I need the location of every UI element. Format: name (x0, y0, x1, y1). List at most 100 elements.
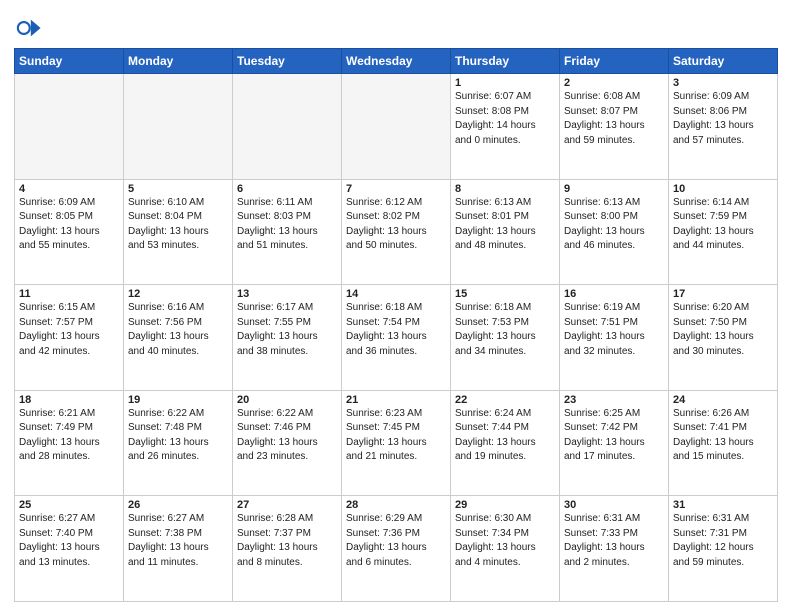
day-number: 1 (455, 77, 555, 89)
day-number: 5 (128, 183, 228, 195)
day-number: 22 (455, 394, 555, 406)
calendar-cell: 28Sunrise: 6:29 AMSunset: 7:36 PMDayligh… (342, 496, 451, 602)
calendar-week-3: 11Sunrise: 6:15 AMSunset: 7:57 PMDayligh… (15, 285, 778, 391)
calendar-cell: 29Sunrise: 6:30 AMSunset: 7:34 PMDayligh… (451, 496, 560, 602)
day-number: 31 (673, 499, 773, 511)
day-info: Sunrise: 6:17 AMSunset: 7:55 PMDaylight:… (237, 301, 337, 359)
day-info: Sunrise: 6:30 AMSunset: 7:34 PMDaylight:… (455, 512, 555, 570)
day-number: 12 (128, 288, 228, 300)
day-info: Sunrise: 6:14 AMSunset: 7:59 PMDaylight:… (673, 196, 773, 254)
day-number: 29 (455, 499, 555, 511)
weekday-header-monday: Monday (124, 49, 233, 74)
calendar-cell: 19Sunrise: 6:22 AMSunset: 7:48 PMDayligh… (124, 390, 233, 496)
day-number: 28 (346, 499, 446, 511)
day-number: 6 (237, 183, 337, 195)
day-info: Sunrise: 6:31 AMSunset: 7:33 PMDaylight:… (564, 512, 664, 570)
day-number: 9 (564, 183, 664, 195)
calendar-cell: 26Sunrise: 6:27 AMSunset: 7:38 PMDayligh… (124, 496, 233, 602)
calendar-cell: 12Sunrise: 6:16 AMSunset: 7:56 PMDayligh… (124, 285, 233, 391)
weekday-header-saturday: Saturday (669, 49, 778, 74)
calendar-cell: 11Sunrise: 6:15 AMSunset: 7:57 PMDayligh… (15, 285, 124, 391)
day-number: 16 (564, 288, 664, 300)
day-info: Sunrise: 6:18 AMSunset: 7:53 PMDaylight:… (455, 301, 555, 359)
day-info: Sunrise: 6:28 AMSunset: 7:37 PMDaylight:… (237, 512, 337, 570)
day-info: Sunrise: 6:08 AMSunset: 8:07 PMDaylight:… (564, 90, 664, 148)
calendar-cell: 18Sunrise: 6:21 AMSunset: 7:49 PMDayligh… (15, 390, 124, 496)
weekday-header-thursday: Thursday (451, 49, 560, 74)
calendar-cell (233, 74, 342, 180)
calendar-cell: 3Sunrise: 6:09 AMSunset: 8:06 PMDaylight… (669, 74, 778, 180)
day-info: Sunrise: 6:23 AMSunset: 7:45 PMDaylight:… (346, 407, 446, 465)
page: SundayMondayTuesdayWednesdayThursdayFrid… (0, 0, 792, 612)
day-info: Sunrise: 6:29 AMSunset: 7:36 PMDaylight:… (346, 512, 446, 570)
weekday-row: SundayMondayTuesdayWednesdayThursdayFrid… (15, 49, 778, 74)
day-number: 11 (19, 288, 119, 300)
day-info: Sunrise: 6:09 AMSunset: 8:05 PMDaylight:… (19, 196, 119, 254)
calendar-cell (342, 74, 451, 180)
weekday-header-tuesday: Tuesday (233, 49, 342, 74)
day-number: 14 (346, 288, 446, 300)
calendar-cell: 15Sunrise: 6:18 AMSunset: 7:53 PMDayligh… (451, 285, 560, 391)
calendar-cell: 20Sunrise: 6:22 AMSunset: 7:46 PMDayligh… (233, 390, 342, 496)
calendar-cell: 7Sunrise: 6:12 AMSunset: 8:02 PMDaylight… (342, 179, 451, 285)
calendar-cell: 22Sunrise: 6:24 AMSunset: 7:44 PMDayligh… (451, 390, 560, 496)
calendar-cell: 10Sunrise: 6:14 AMSunset: 7:59 PMDayligh… (669, 179, 778, 285)
header (14, 10, 778, 42)
day-info: Sunrise: 6:07 AMSunset: 8:08 PMDaylight:… (455, 90, 555, 148)
day-number: 24 (673, 394, 773, 406)
weekday-header-sunday: Sunday (15, 49, 124, 74)
calendar-cell (124, 74, 233, 180)
calendar-cell: 24Sunrise: 6:26 AMSunset: 7:41 PMDayligh… (669, 390, 778, 496)
day-number: 27 (237, 499, 337, 511)
calendar-cell: 5Sunrise: 6:10 AMSunset: 8:04 PMDaylight… (124, 179, 233, 285)
calendar-week-1: 1Sunrise: 6:07 AMSunset: 8:08 PMDaylight… (15, 74, 778, 180)
day-info: Sunrise: 6:13 AMSunset: 8:00 PMDaylight:… (564, 196, 664, 254)
day-number: 21 (346, 394, 446, 406)
day-info: Sunrise: 6:18 AMSunset: 7:54 PMDaylight:… (346, 301, 446, 359)
day-info: Sunrise: 6:22 AMSunset: 7:48 PMDaylight:… (128, 407, 228, 465)
calendar-cell: 30Sunrise: 6:31 AMSunset: 7:33 PMDayligh… (560, 496, 669, 602)
day-number: 7 (346, 183, 446, 195)
logo (14, 14, 46, 42)
day-info: Sunrise: 6:11 AMSunset: 8:03 PMDaylight:… (237, 196, 337, 254)
calendar-cell: 17Sunrise: 6:20 AMSunset: 7:50 PMDayligh… (669, 285, 778, 391)
day-number: 3 (673, 77, 773, 89)
weekday-header-wednesday: Wednesday (342, 49, 451, 74)
calendar-cell: 13Sunrise: 6:17 AMSunset: 7:55 PMDayligh… (233, 285, 342, 391)
day-info: Sunrise: 6:24 AMSunset: 7:44 PMDaylight:… (455, 407, 555, 465)
calendar-cell: 23Sunrise: 6:25 AMSunset: 7:42 PMDayligh… (560, 390, 669, 496)
calendar-cell: 25Sunrise: 6:27 AMSunset: 7:40 PMDayligh… (15, 496, 124, 602)
calendar-cell: 1Sunrise: 6:07 AMSunset: 8:08 PMDaylight… (451, 74, 560, 180)
day-info: Sunrise: 6:25 AMSunset: 7:42 PMDaylight:… (564, 407, 664, 465)
day-info: Sunrise: 6:21 AMSunset: 7:49 PMDaylight:… (19, 407, 119, 465)
calendar-cell: 8Sunrise: 6:13 AMSunset: 8:01 PMDaylight… (451, 179, 560, 285)
day-info: Sunrise: 6:12 AMSunset: 8:02 PMDaylight:… (346, 196, 446, 254)
calendar-cell: 21Sunrise: 6:23 AMSunset: 7:45 PMDayligh… (342, 390, 451, 496)
calendar-cell: 2Sunrise: 6:08 AMSunset: 8:07 PMDaylight… (560, 74, 669, 180)
day-number: 4 (19, 183, 119, 195)
day-number: 30 (564, 499, 664, 511)
day-info: Sunrise: 6:19 AMSunset: 7:51 PMDaylight:… (564, 301, 664, 359)
day-info: Sunrise: 6:31 AMSunset: 7:31 PMDaylight:… (673, 512, 773, 570)
calendar-cell (15, 74, 124, 180)
calendar-cell: 31Sunrise: 6:31 AMSunset: 7:31 PMDayligh… (669, 496, 778, 602)
day-info: Sunrise: 6:27 AMSunset: 7:40 PMDaylight:… (19, 512, 119, 570)
day-number: 15 (455, 288, 555, 300)
calendar-cell: 14Sunrise: 6:18 AMSunset: 7:54 PMDayligh… (342, 285, 451, 391)
calendar-header: SundayMondayTuesdayWednesdayThursdayFrid… (15, 49, 778, 74)
day-number: 17 (673, 288, 773, 300)
calendar-cell: 16Sunrise: 6:19 AMSunset: 7:51 PMDayligh… (560, 285, 669, 391)
calendar-cell: 4Sunrise: 6:09 AMSunset: 8:05 PMDaylight… (15, 179, 124, 285)
day-number: 8 (455, 183, 555, 195)
day-info: Sunrise: 6:20 AMSunset: 7:50 PMDaylight:… (673, 301, 773, 359)
day-info: Sunrise: 6:15 AMSunset: 7:57 PMDaylight:… (19, 301, 119, 359)
day-info: Sunrise: 6:27 AMSunset: 7:38 PMDaylight:… (128, 512, 228, 570)
day-info: Sunrise: 6:16 AMSunset: 7:56 PMDaylight:… (128, 301, 228, 359)
day-number: 13 (237, 288, 337, 300)
calendar-week-5: 25Sunrise: 6:27 AMSunset: 7:40 PMDayligh… (15, 496, 778, 602)
day-number: 26 (128, 499, 228, 511)
day-number: 2 (564, 77, 664, 89)
day-info: Sunrise: 6:22 AMSunset: 7:46 PMDaylight:… (237, 407, 337, 465)
calendar-week-2: 4Sunrise: 6:09 AMSunset: 8:05 PMDaylight… (15, 179, 778, 285)
day-info: Sunrise: 6:09 AMSunset: 8:06 PMDaylight:… (673, 90, 773, 148)
